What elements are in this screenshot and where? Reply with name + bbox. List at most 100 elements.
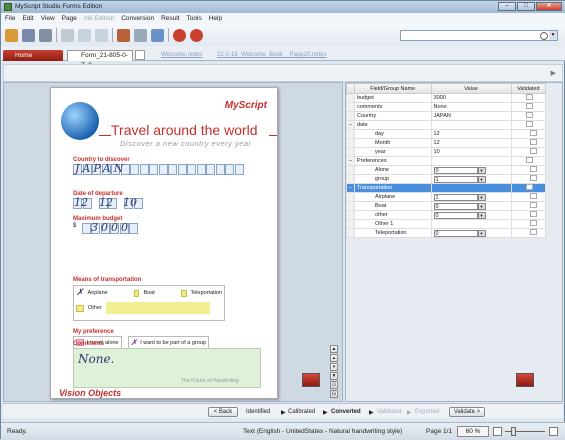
- row-gutter[interactable]: [346, 93, 355, 103]
- column-header-field[interactable]: Field/Group Name: [354, 83, 432, 94]
- settings-icon[interactable]: [173, 28, 186, 42]
- edit-result-icon[interactable]: [516, 373, 534, 387]
- validated-checkbox[interactable]: [525, 157, 533, 163]
- erase-icon[interactable]: [134, 28, 147, 42]
- value-cell[interactable]: 12: [430, 138, 512, 148]
- row-gutter[interactable]: −: [346, 156, 355, 166]
- validated-checkbox[interactable]: [530, 202, 537, 208]
- fit-width-icon[interactable]: ⊟: [330, 390, 338, 398]
- table-row[interactable]: − date: [346, 120, 547, 130]
- value-cell[interactable]: None.: [430, 102, 512, 112]
- value-cell[interactable]: 0 ▼: [430, 201, 512, 211]
- table-row[interactable]: group 1 ▼: [346, 174, 547, 184]
- row-gutter[interactable]: −: [346, 183, 355, 193]
- table-row[interactable]: day 12: [346, 129, 547, 139]
- chevron-down-icon[interactable]: ▼: [477, 166, 486, 174]
- copy-icon[interactable]: [78, 28, 91, 42]
- scroll-bottom-icon[interactable]: ▼: [330, 372, 338, 380]
- row-gutter[interactable]: [346, 192, 355, 202]
- table-row[interactable]: Country JAPAN: [346, 111, 547, 121]
- validated-checkbox[interactable]: [530, 229, 537, 235]
- chevron-down-icon[interactable]: ▼: [477, 193, 486, 201]
- form-page[interactable]: MyScript Travel around the world Discove…: [50, 87, 278, 399]
- validated-checkbox[interactable]: [525, 94, 533, 100]
- scroll-down-icon[interactable]: ▾: [330, 363, 338, 371]
- tab-link-welcome[interactable]: Welcome.notes: [161, 52, 202, 58]
- value-select[interactable]: 0: [433, 211, 478, 219]
- menu-conversion[interactable]: Conversion: [121, 15, 154, 22]
- menu-edit[interactable]: Edit: [22, 15, 33, 22]
- value-select[interactable]: 0: [433, 229, 478, 237]
- zoom-slider-handle[interactable]: [511, 427, 516, 436]
- menu-view[interactable]: View: [41, 15, 55, 22]
- row-gutter[interactable]: [346, 111, 355, 121]
- table-row[interactable]: Airplane 1 ▼: [346, 192, 547, 202]
- validated-checkbox[interactable]: [530, 193, 537, 199]
- row-gutter[interactable]: [346, 201, 355, 211]
- validated-checkbox[interactable]: [525, 121, 533, 127]
- print-icon[interactable]: [39, 28, 52, 42]
- scroll-up-icon[interactable]: ▴: [330, 354, 338, 362]
- validated-checkbox[interactable]: [525, 184, 533, 190]
- table-row[interactable]: budget 3000: [346, 93, 547, 103]
- search-icon[interactable]: [540, 32, 548, 40]
- status-language[interactable]: Text (English - UnitedStates - Natural h…: [243, 428, 402, 435]
- table-row[interactable]: Boat 0 ▼: [346, 201, 547, 211]
- expand-arrow-icon[interactable]: ▶: [551, 69, 556, 77]
- table-row[interactable]: Month 12: [346, 138, 547, 148]
- column-header-validated[interactable]: Validated: [510, 83, 547, 94]
- menu-result[interactable]: Result: [161, 15, 179, 22]
- menu-file[interactable]: File: [5, 15, 15, 22]
- value-cell[interactable]: 0 ▼: [430, 210, 512, 220]
- cut-icon[interactable]: [61, 28, 74, 42]
- row-gutter[interactable]: [346, 174, 355, 184]
- value-cell[interactable]: 1 ▼: [430, 174, 512, 184]
- value-select[interactable]: 0: [433, 166, 478, 174]
- tab-home[interactable]: Home: [3, 50, 63, 61]
- table-row[interactable]: Alone 0 ▼: [346, 165, 547, 175]
- column-header-value[interactable]: Value: [430, 83, 512, 94]
- value-cell[interactable]: [430, 156, 512, 166]
- row-gutter[interactable]: [346, 219, 355, 229]
- minimize-button[interactable]: –: [498, 2, 516, 11]
- value-select[interactable]: 1: [433, 175, 478, 183]
- table-row[interactable]: − Transportation: [346, 183, 547, 193]
- row-gutter[interactable]: [346, 147, 355, 157]
- row-gutter[interactable]: [346, 102, 355, 112]
- close-button[interactable]: ✕: [536, 2, 562, 11]
- table-row[interactable]: Other 1: [346, 219, 547, 229]
- row-gutter[interactable]: [346, 165, 355, 175]
- row-gutter[interactable]: [346, 210, 355, 220]
- menu-page[interactable]: Page: [62, 15, 77, 22]
- tab-link-welcome-book[interactable]: 22-2-18_Welcome_Book__Page20.notes: [217, 52, 327, 58]
- value-select[interactable]: 0: [433, 202, 478, 210]
- teleportation-checkbox[interactable]: [180, 289, 187, 297]
- other-checkbox[interactable]: [76, 304, 84, 312]
- table-row[interactable]: year 10: [346, 147, 547, 157]
- validated-checkbox[interactable]: [530, 148, 537, 154]
- paste-icon[interactable]: [95, 28, 108, 42]
- row-gutter[interactable]: [346, 228, 355, 238]
- table-row[interactable]: other 0 ▼: [346, 210, 547, 220]
- value-cell[interactable]: 0 ▼: [430, 228, 512, 238]
- validated-checkbox[interactable]: [530, 166, 537, 172]
- search-input[interactable]: ▼: [400, 30, 558, 41]
- other-text-field[interactable]: [105, 302, 210, 314]
- row-gutter[interactable]: [346, 138, 355, 148]
- value-cell[interactable]: [430, 219, 512, 229]
- validated-checkbox[interactable]: [530, 175, 537, 181]
- value-cell[interactable]: [430, 120, 512, 130]
- value-cell[interactable]: 10: [430, 147, 512, 157]
- convert-icon[interactable]: [151, 28, 164, 42]
- tab-form[interactable]: Form_21-805-0-7_0: [67, 50, 133, 69]
- zoom-select[interactable]: 60 %: [457, 426, 489, 437]
- value-cell[interactable]: 1 ▼: [430, 192, 512, 202]
- validate-button[interactable]: Validate >: [449, 407, 485, 417]
- value-cell[interactable]: JAPAN: [430, 111, 512, 121]
- value-select[interactable]: 1: [433, 193, 478, 201]
- validated-checkbox[interactable]: [530, 211, 537, 217]
- ink-icon[interactable]: [117, 28, 130, 42]
- chevron-down-icon[interactable]: ▼: [477, 202, 486, 210]
- table-row[interactable]: Teleportation 0 ▼: [346, 228, 547, 238]
- validated-checkbox[interactable]: [525, 112, 533, 118]
